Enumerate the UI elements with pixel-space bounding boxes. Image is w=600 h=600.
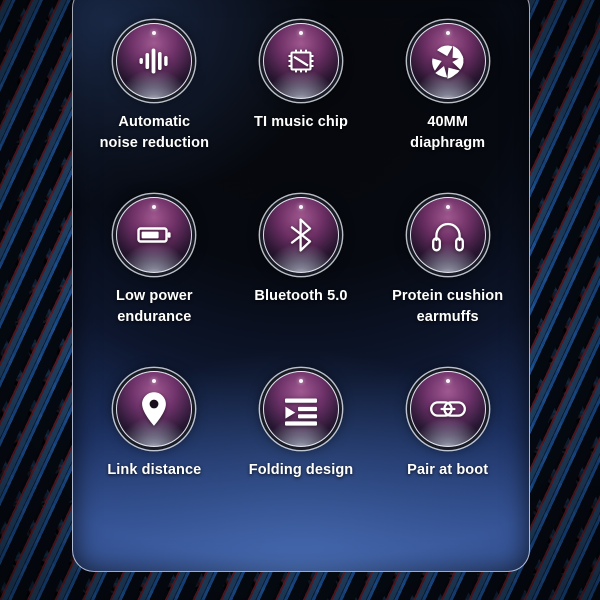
chip-icon xyxy=(281,41,321,81)
feature-icon-badge xyxy=(409,197,486,273)
feature-grid: Automatic noise reduction TI music chip … xyxy=(73,1,529,571)
feature-card: Automatic noise reduction TI music chip … xyxy=(72,0,530,572)
feature-label: TI music chip xyxy=(254,114,348,130)
headphones-icon xyxy=(428,215,468,255)
feature-icon-badge xyxy=(116,371,193,447)
feature-item-link-distance[interactable]: Link distance xyxy=(81,359,228,531)
fold-indent-icon xyxy=(281,389,321,429)
feature-label: Bluetooth 5.0 xyxy=(254,288,348,304)
feature-icon-badge xyxy=(116,197,193,273)
bluetooth-icon xyxy=(281,215,321,255)
feature-item-folding-design[interactable]: Folding design xyxy=(228,359,375,531)
map-pin-icon xyxy=(134,389,174,429)
feature-icon-badge xyxy=(262,371,339,447)
feature-item-bluetooth-5-0[interactable]: Bluetooth 5.0 xyxy=(228,187,375,359)
sound-wave-icon xyxy=(134,41,174,81)
feature-label: Link distance xyxy=(107,462,202,478)
feature-item-ti-music-chip[interactable]: TI music chip xyxy=(228,15,375,187)
feature-icon-badge xyxy=(409,371,486,447)
feature-icon-badge xyxy=(409,23,486,99)
product-feature-poster: Automatic noise reduction TI music chip … xyxy=(0,0,600,600)
feature-item-40mm-diaphragm[interactable]: 40MM diaphragm xyxy=(374,15,521,187)
chain-link-icon xyxy=(428,389,468,429)
aperture-icon xyxy=(428,41,468,81)
feature-item-pair-at-boot[interactable]: Pair at boot xyxy=(374,359,521,531)
feature-label: Automatic noise reduction xyxy=(99,114,210,152)
feature-label: Pair at boot xyxy=(407,462,489,478)
feature-label: Folding design xyxy=(248,462,354,478)
feature-label: Protein cushion earmuffs xyxy=(392,288,504,326)
feature-icon-badge xyxy=(262,23,339,99)
feature-item-low-power-endurance[interactable]: Low power endurance xyxy=(81,187,228,359)
feature-icon-badge xyxy=(262,197,339,273)
feature-label: Low power endurance xyxy=(116,288,193,326)
battery-icon xyxy=(134,215,174,255)
feature-label: 40MM diaphragm xyxy=(410,114,486,152)
feature-item-automatic-noise-reduction[interactable]: Automatic noise reduction xyxy=(81,15,228,187)
feature-item-protein-cushion-earmuffs[interactable]: Protein cushion earmuffs xyxy=(374,187,521,359)
feature-icon-badge xyxy=(116,23,193,99)
